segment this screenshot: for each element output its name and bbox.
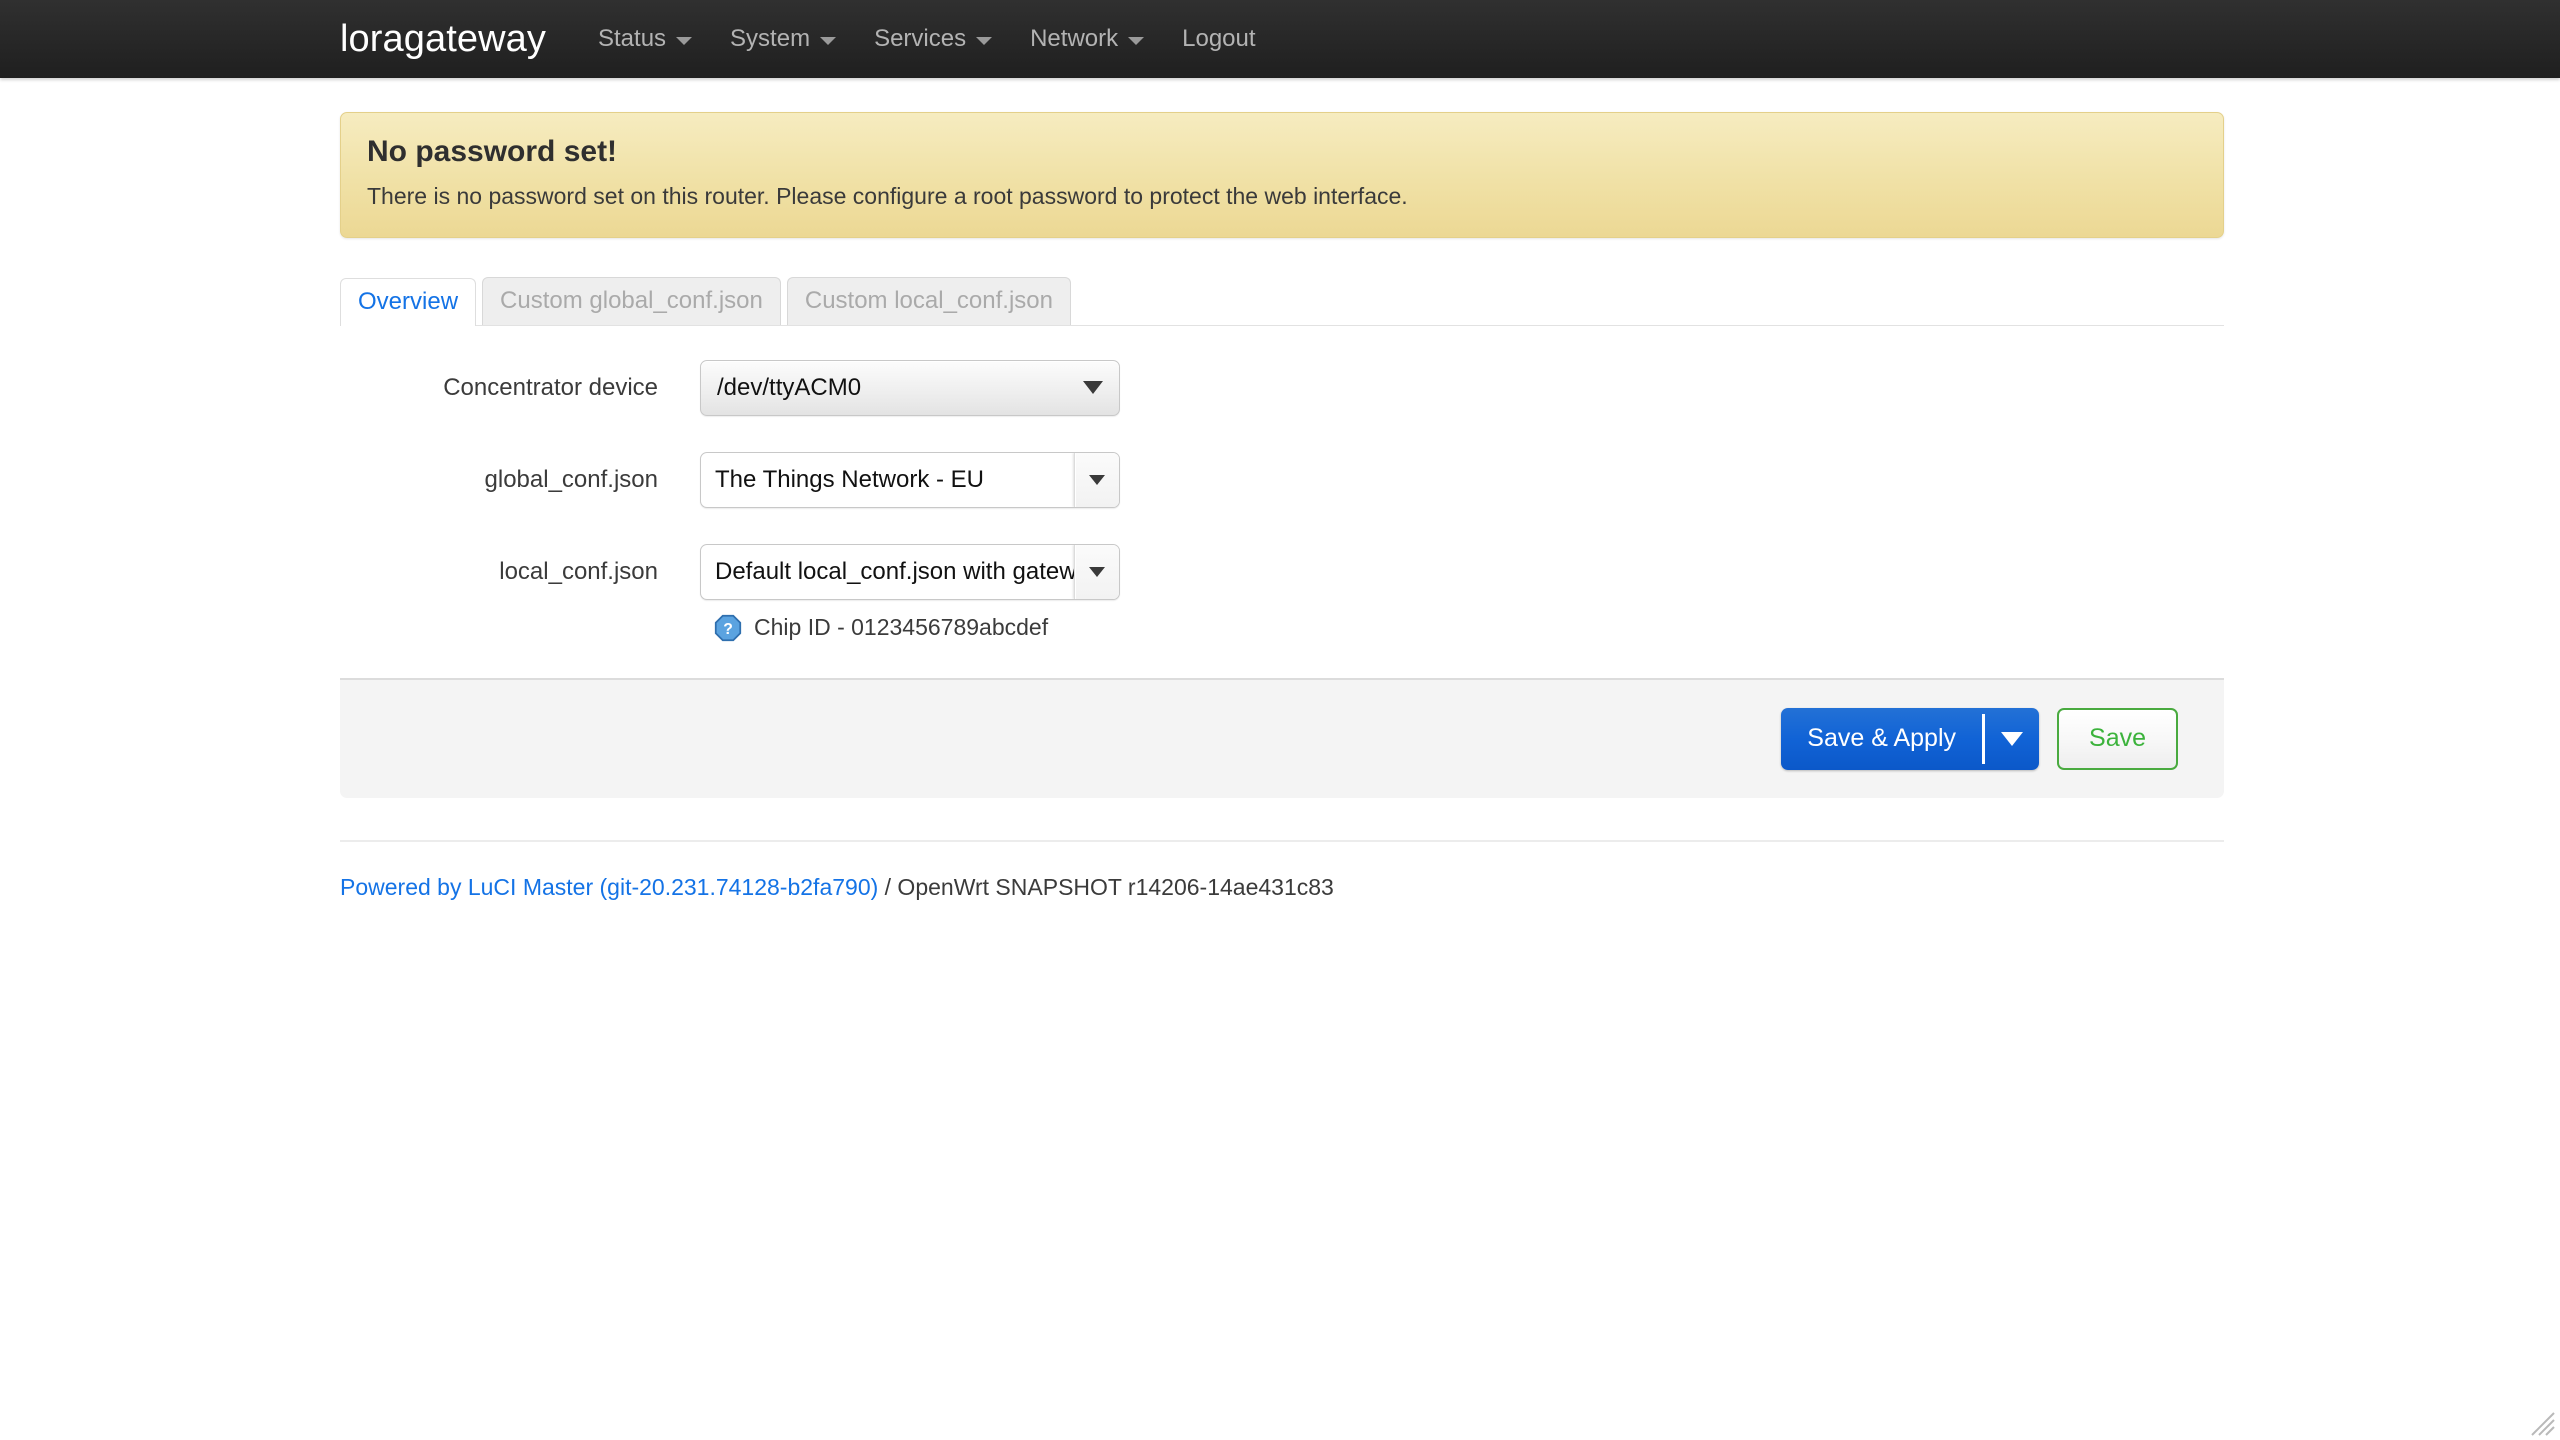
select-arrow-button[interactable]: [1074, 544, 1119, 599]
save-and-apply-dropdown-toggle[interactable]: [1985, 708, 2039, 770]
warning-message: There is no password set on this router.…: [367, 183, 1408, 209]
nav-item-logout[interactable]: Logout: [1182, 25, 1255, 53]
field-row-global-conf: global_conf.json The Things Network - EU: [340, 451, 2224, 508]
caret-down-icon: [1089, 474, 1105, 485]
chip-id-hint: ? Chip ID - 0123456789abcdef: [700, 614, 1120, 642]
tab-custom-global-conf[interactable]: Custom global_conf.json: [482, 276, 781, 325]
save-and-apply-label: Save & Apply: [1807, 724, 1957, 753]
help-question-icon[interactable]: ?: [714, 614, 742, 642]
select-value: /dev/ttyACM0: [717, 373, 862, 401]
select-arrow-button[interactable]: [1074, 452, 1119, 507]
svg-text:?: ?: [723, 621, 733, 638]
brand-title[interactable]: loragateway: [340, 20, 546, 58]
openwrt-version-text: / OpenWrt SNAPSHOT r14206-14ae431c83: [878, 873, 1334, 900]
nav-item-label: System: [730, 25, 811, 52]
chevron-down-icon: [1128, 37, 1145, 45]
caret-down-icon: [1083, 381, 1103, 395]
nav-item-status[interactable]: Status: [598, 25, 693, 53]
field-label-concentrator-device: Concentrator device: [443, 373, 658, 401]
caret-down-icon: [1089, 566, 1105, 577]
field-control-local-conf: Default local_conf.json with gatew ? Chi…: [700, 543, 1120, 642]
field-row-local-conf: local_conf.json Default local_conf.json …: [340, 543, 2224, 642]
field-control-concentrator-device: /dev/ttyACM0: [700, 359, 1120, 416]
navbar-inner: loragateway Status System Services Netwo…: [340, 0, 1256, 78]
password-warning-banner: No password set! There is no password se…: [340, 112, 2224, 238]
luci-version-link[interactable]: Powered by LuCI Master (git-20.231.74128…: [340, 874, 878, 900]
nav-item-label: Logout: [1182, 25, 1256, 52]
tab-overview[interactable]: Overview: [340, 277, 477, 326]
global-conf-select[interactable]: The Things Network - EU: [700, 451, 1120, 508]
tab-label: Overview: [358, 288, 459, 316]
caret-down-icon: [2001, 731, 2024, 746]
save-button[interactable]: Save: [2057, 707, 2178, 770]
save-and-apply-button[interactable]: Save & Apply: [1781, 708, 1982, 770]
content-wrapper: No password set! There is no password se…: [340, 112, 2224, 901]
save-and-apply-button-group[interactable]: Save & Apply: [1781, 707, 2040, 770]
field-control-global-conf: The Things Network - EU: [700, 451, 1120, 508]
footer: Powered by LuCI Master (git-20.231.74128…: [340, 874, 2224, 901]
tab-label: Custom global_conf.json: [500, 287, 763, 315]
resize-grip-icon[interactable]: [2522, 1403, 2556, 1437]
footer-divider: [340, 839, 2224, 842]
settings-form: Concentrator device /dev/ttyACM0 global_…: [340, 359, 2224, 642]
select-value: Default local_conf.json with gatew: [715, 557, 1074, 585]
field-label-global-conf: global_conf.json: [484, 465, 658, 493]
chevron-down-icon: [676, 37, 693, 45]
top-navbar: loragateway Status System Services Netwo…: [0, 0, 2560, 78]
nav-item-services[interactable]: Services: [874, 25, 993, 53]
nav-item-label: Status: [598, 25, 667, 52]
form-action-bar: Save & Apply Save: [340, 677, 2224, 798]
tab-custom-local-conf[interactable]: Custom local_conf.json: [786, 276, 1071, 325]
chip-id-text: Chip ID - 0123456789abcdef: [754, 614, 1049, 641]
warning-title: No password set!: [367, 135, 618, 168]
tab-bar: Overview Custom global_conf.json Custom …: [340, 274, 2224, 326]
field-row-concentrator-device: Concentrator device /dev/ttyACM0: [340, 359, 2224, 416]
concentrator-device-select[interactable]: /dev/ttyACM0: [700, 359, 1120, 416]
nav-item-label: Network: [1030, 25, 1119, 52]
nav-item-network[interactable]: Network: [1030, 25, 1145, 53]
field-label-local-conf: local_conf.json: [499, 557, 658, 585]
chevron-down-icon: [820, 37, 837, 45]
nav-item-system[interactable]: System: [730, 25, 837, 53]
nav-item-label: Services: [874, 25, 967, 52]
local-conf-select[interactable]: Default local_conf.json with gatew: [700, 543, 1120, 600]
chevron-down-icon: [976, 37, 993, 45]
tab-label: Custom local_conf.json: [804, 287, 1053, 315]
save-button-label: Save: [2089, 724, 2146, 753]
select-value: The Things Network - EU: [715, 465, 984, 493]
page-body: No password set! There is no password se…: [0, 78, 2560, 901]
